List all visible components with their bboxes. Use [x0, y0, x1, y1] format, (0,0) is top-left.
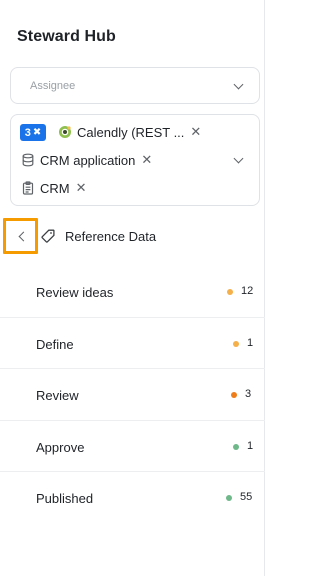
remove-chip-icon[interactable]: ✕ [76, 180, 87, 196]
chevron-left-icon [18, 231, 29, 242]
status-label: Review ideas [36, 285, 114, 300]
status-label: Define [36, 336, 74, 352]
status-dot [233, 443, 239, 450]
status-count: 12 [241, 285, 254, 297]
chip-calendly: Calendly (REST ... ✕ [58, 122, 201, 142]
status-count: 1 [247, 439, 254, 452]
chip-crm: CRM ✕ [21, 178, 87, 198]
status-count: 3 [245, 388, 252, 400]
status-label: Approve [36, 439, 85, 455]
remove-chip-icon[interactable]: ✕ [141, 152, 152, 168]
collapse-panel-button[interactable] [3, 218, 38, 254]
status-row-approve[interactable]: Approve 1 [0, 421, 265, 472]
status-dot [231, 392, 237, 398]
status-label: Published [36, 491, 94, 506]
chip-label: CRM [40, 180, 70, 196]
status-dot [233, 340, 239, 347]
chip-label: Calendly (REST ... [77, 124, 185, 140]
calendly-icon [58, 125, 72, 139]
status-row-review-ideas[interactable]: Review ideas 12 [0, 266, 265, 318]
status-count: 1 [247, 336, 254, 349]
chip-label: CRM application [40, 152, 136, 168]
status-row-review[interactable]: Review 3 [0, 369, 265, 421]
chevron-down-icon[interactable] [233, 153, 244, 164]
assignee-select[interactable]: Assignee [10, 67, 260, 104]
assignee-placeholder: Assignee [30, 80, 76, 92]
breadcrumb-label: Reference Data [65, 229, 157, 244]
clipboard-icon [21, 181, 35, 195]
status-dot [227, 289, 233, 295]
database-icon [21, 153, 35, 167]
clear-all-icon[interactable]: ✖ [33, 127, 41, 138]
filter-multiselect[interactable]: 3 ✖ Calendly (REST ... ✕ CRM application… [10, 114, 260, 206]
status-label: Review [36, 388, 79, 403]
status-count: 55 [240, 491, 253, 503]
status-row-define[interactable]: Define 1 [0, 318, 265, 369]
remove-chip-icon[interactable]: ✕ [190, 124, 201, 140]
selected-count: 3 [24, 126, 31, 139]
tag-icon [41, 229, 55, 243]
selected-count-badge[interactable]: 3 ✖ [20, 124, 46, 141]
status-list: Review ideas 12 Define 1 Review 3 Approv… [0, 266, 265, 524]
status-row-published[interactable]: Published 55 [0, 472, 265, 524]
chevron-down-icon [233, 79, 244, 90]
status-dot [226, 495, 232, 501]
page-title: Steward Hub [17, 28, 116, 45]
chip-crm-application: CRM application ✕ [21, 150, 152, 170]
